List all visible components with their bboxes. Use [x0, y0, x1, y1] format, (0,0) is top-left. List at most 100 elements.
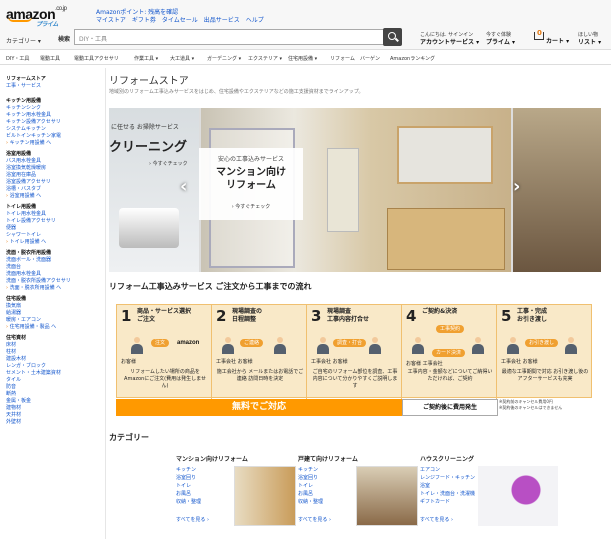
step-number: 2 — [216, 307, 227, 325]
nav-item-power-acc[interactable]: 電動工具アクセサリ — [74, 55, 119, 62]
wishlist-menu[interactable]: ほしい物 リスト ▾ — [578, 32, 601, 46]
category-link[interactable]: 浴室回り — [298, 474, 323, 482]
nav-item-diy[interactable]: DIY・工具 — [6, 55, 29, 62]
sidebar-item[interactable]: 建物材 — [6, 405, 104, 412]
toplink-timesale[interactable]: タイムセール — [162, 17, 198, 24]
sidebar-head[interactable]: 浴室用設備 — [6, 151, 104, 158]
sidebar-head[interactable]: トイレ用設備 — [6, 204, 104, 211]
sidebar-item[interactable]: 換気扇 — [6, 303, 104, 310]
sidebar-item[interactable]: 洗面・脱衣所設備アクセサリ — [6, 278, 104, 285]
banner-card[interactable]: 安心の工事込みサービス マンション向け リフォーム › 今すぐチェック — [199, 148, 303, 220]
cart-link[interactable]: カート ▾ — [546, 38, 569, 45]
search-icon[interactable] — [383, 28, 402, 46]
sidebar-item[interactable]: タイル — [6, 377, 104, 384]
sidebar-item[interactable]: 床材 — [6, 342, 104, 349]
category-link[interactable]: キッチン — [176, 466, 201, 474]
category-link[interactable]: トイレ — [298, 482, 323, 490]
category-link[interactable]: レンジフード・キッチン — [420, 474, 475, 482]
sidebar-item[interactable]: 断熱 — [6, 391, 104, 398]
category-link[interactable]: お風呂 — [176, 490, 201, 498]
carousel-prev-icon[interactable]: ‹ — [180, 176, 187, 197]
category-link[interactable]: キッチン — [298, 466, 323, 474]
banner-card-link[interactable]: › 今すぐチェック — [199, 203, 303, 210]
sidebar-item[interactable]: 洗面ボール・洗面器 — [6, 257, 104, 264]
nav-item-gardening[interactable]: ガーデニング ▾ — [207, 55, 241, 62]
category-link[interactable]: トイレ・洗面台・洗濯機 — [420, 490, 475, 498]
sidebar-item[interactable]: 洗面用水栓金具 — [6, 271, 104, 278]
sidebar-head[interactable]: キッチン用設備 — [6, 98, 104, 105]
sidebar-item[interactable]: 暖房・エアコン — [6, 317, 104, 324]
sidebar-item[interactable]: キッチンシンク — [6, 105, 104, 112]
nav-item-ranking[interactable]: Amazonランキング — [390, 55, 435, 62]
search-input[interactable]: DIY・工具 — [74, 29, 384, 45]
sidebar-item[interactable]: レンガ・ブロック — [6, 363, 104, 370]
category-more-link[interactable]: すべてを見る › — [176, 516, 209, 524]
nav-item-reform[interactable]: リフォーム — [330, 55, 355, 62]
mansion-thumbnail[interactable] — [234, 466, 296, 526]
sidebar-item[interactable]: システムキッチン — [6, 126, 104, 133]
sidebar-item[interactable]: 柱材 — [6, 349, 104, 356]
sidebar-more[interactable]: 洗面・脱衣所用設備 へ — [6, 285, 104, 292]
house-thumbnail[interactable] — [356, 466, 418, 526]
sidebar-item[interactable]: 建設木材 — [6, 356, 104, 363]
sidebar-item[interactable]: 浴槽・バスタブ — [6, 186, 104, 193]
category-title[interactable]: 戸建て向けリフォーム — [298, 454, 358, 463]
banner-link[interactable]: › 今すぐチェック — [149, 160, 188, 167]
nav-item-power-tools[interactable]: 電動工具 — [40, 55, 60, 62]
category-title[interactable]: ハウスクリーニング — [420, 454, 474, 463]
sidebar-more[interactable]: 住宅用設備・製品 へ — [6, 324, 104, 331]
toplink-mystore[interactable]: マイストア — [96, 17, 126, 24]
nav-item-bargain[interactable]: バーゲン — [360, 55, 380, 62]
sidebar-item[interactable]: 浴室換気乾燥暖房 — [6, 165, 104, 172]
category-link[interactable]: お風呂 — [298, 490, 323, 498]
sidebar-item[interactable]: キッチン設備アクセサリ — [6, 119, 104, 126]
category-title[interactable]: マンション向けリフォーム — [176, 454, 248, 463]
sidebar-item[interactable]: 工事・サービス — [6, 83, 104, 90]
sidebar-head[interactable]: 住宅資材 — [6, 335, 104, 342]
sidebar-item[interactable]: キッチン用水栓金具 — [6, 112, 104, 119]
nav-item-hand-tools[interactable]: 作業工具 ▾ — [134, 55, 158, 62]
category-link[interactable]: 収納・整理 — [298, 498, 323, 506]
toplink-help[interactable]: ヘルプ — [246, 17, 264, 24]
category-more-link[interactable]: すべてを見る › — [298, 516, 331, 524]
toplink-giftcard[interactable]: ギフト券 — [132, 17, 156, 24]
sidebar-item[interactable]: ビルトインキッチン家電 — [6, 133, 104, 140]
sidebar-item[interactable]: 浴室用在庫品 — [6, 172, 104, 179]
category-link[interactable]: 浴室 — [420, 482, 475, 490]
sidebar-item[interactable]: 外壁材 — [6, 419, 104, 426]
nav-item-exterior[interactable]: エクステリア ▾ — [248, 55, 282, 62]
sidebar-head[interactable]: 住宅設備 — [6, 296, 104, 303]
category-more-link[interactable]: すべてを見る › — [420, 516, 453, 524]
sidebar-more[interactable]: 浴室用設備 へ — [6, 193, 104, 200]
category-link[interactable]: ギフトカード — [420, 498, 475, 506]
prime-menu[interactable]: 今すぐ体験 プライム ▾ — [486, 32, 515, 46]
sidebar-head[interactable]: 洗面・脱衣所用設備 — [6, 250, 104, 257]
sidebar-item[interactable]: トイレ用水栓金具 — [6, 211, 104, 218]
sidebar-item[interactable]: バス用水栓金具 — [6, 158, 104, 165]
category-dropdown[interactable]: カテゴリー ▾ — [6, 36, 41, 45]
sidebar-item[interactable]: 洗面台 — [6, 264, 104, 271]
sidebar-item[interactable]: 給湯器 — [6, 310, 104, 317]
cleaning-thumbnail[interactable] — [478, 466, 558, 526]
nav-item-carpentry[interactable]: 大工道具 ▾ — [170, 55, 194, 62]
category-link[interactable]: トイレ — [176, 482, 201, 490]
sidebar-item[interactable]: トイレ設備アクセサリ — [6, 218, 104, 225]
toplink-seller[interactable]: 出品サービス — [204, 17, 240, 24]
sidebar-item[interactable]: 防音 — [6, 384, 104, 391]
sidebar-item[interactable]: 天井材 — [6, 412, 104, 419]
category-link[interactable]: エアコン — [420, 466, 475, 474]
category-link[interactable]: 収納・整理 — [176, 498, 201, 506]
sidebar-item[interactable]: 金属・板金 — [6, 398, 104, 405]
category-link[interactable]: 浴室回り — [176, 474, 201, 482]
sidebar-more[interactable]: キッチン用設備 へ — [6, 140, 104, 147]
sidebar-item[interactable]: 便器 — [6, 225, 104, 232]
sidebar-item[interactable]: 浴室設備アクセサリ — [6, 179, 104, 186]
sidebar-more[interactable]: トイレ用設備 へ — [6, 239, 104, 246]
sidebar-item[interactable]: セメント・土木建築資材 — [6, 370, 104, 377]
account-menu[interactable]: こんにちは. サインイン アカウントサービス ▾ — [420, 32, 479, 46]
sidebar-item[interactable]: シャワートイレ — [6, 232, 104, 239]
banner-slide-kitchen[interactable] — [513, 108, 601, 272]
carousel-next-icon[interactable]: › — [513, 176, 520, 197]
nav-item-housing[interactable]: 住宅用設備 ▾ — [288, 55, 317, 62]
sidebar-head[interactable]: リフォームストア — [6, 76, 104, 83]
